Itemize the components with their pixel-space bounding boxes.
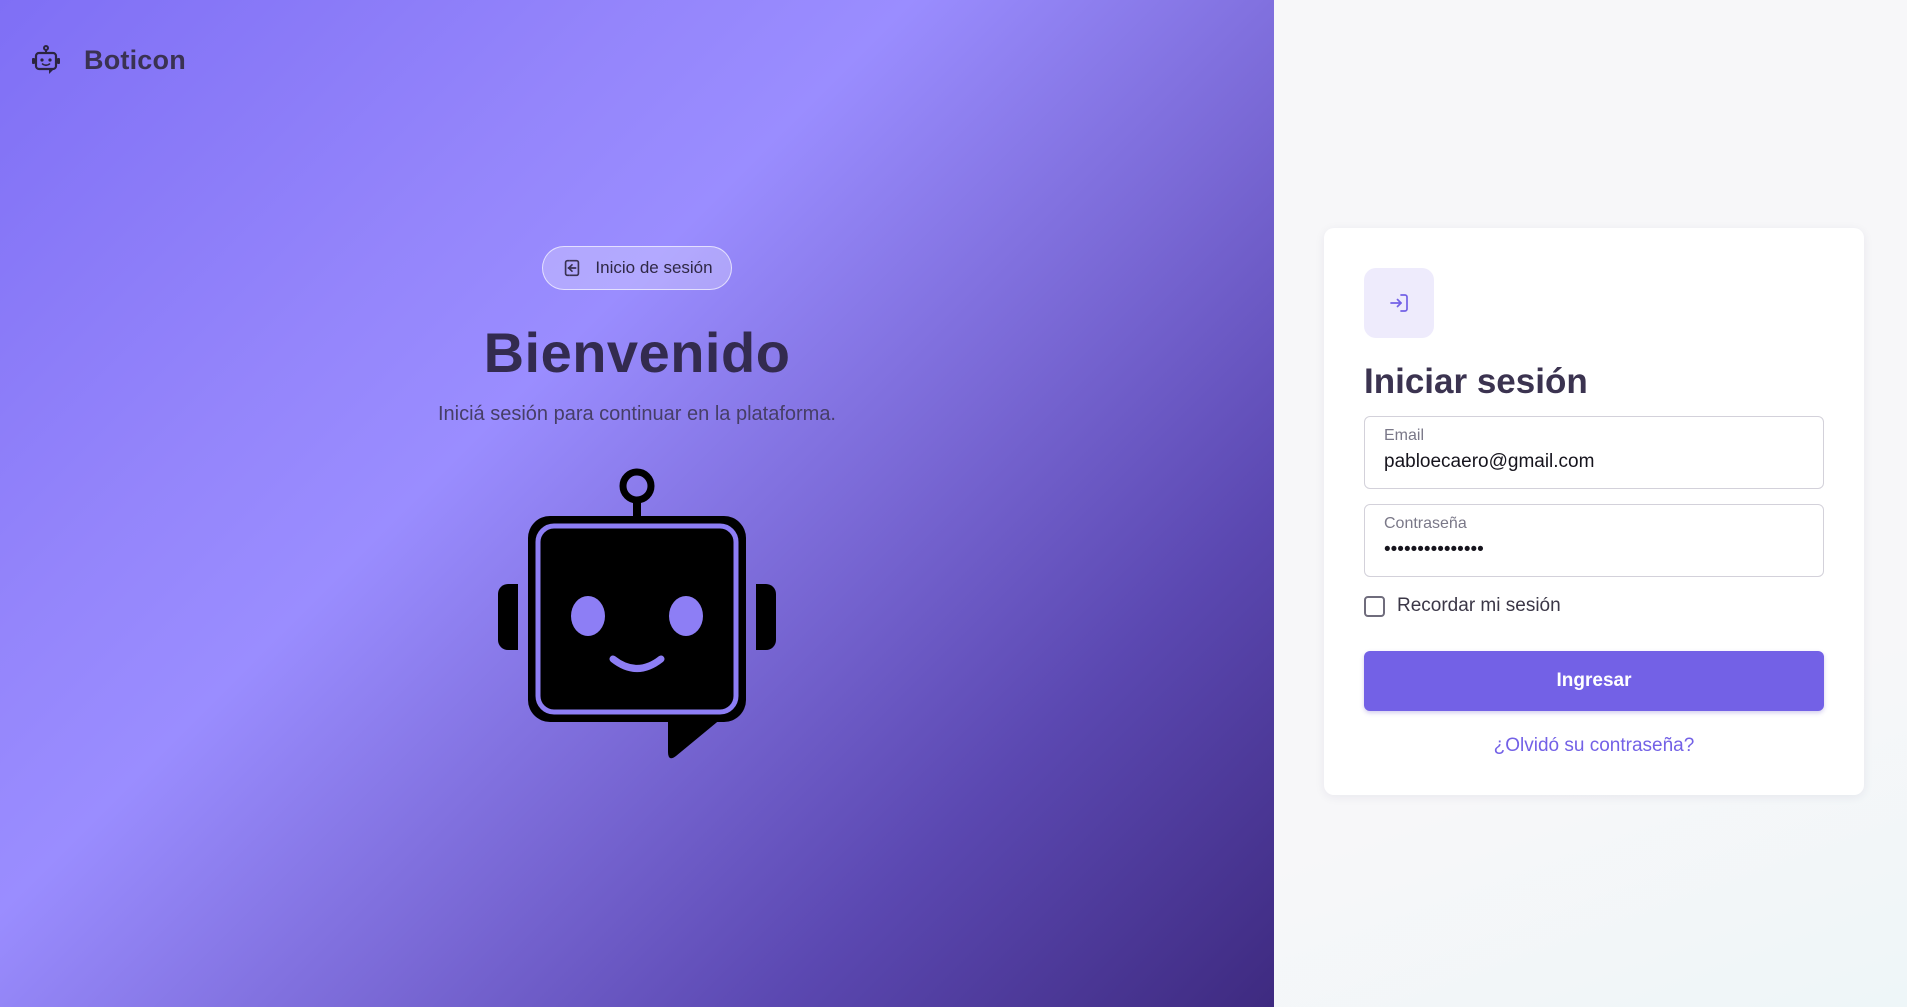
robot-icon: [30, 44, 62, 76]
form-panel: Iniciar sesión Email Contraseña Recordar…: [1274, 0, 1907, 1007]
email-field[interactable]: Email: [1364, 416, 1824, 489]
forgot-password-link[interactable]: ¿Olvidó su contraseña?: [1364, 735, 1824, 757]
remember-label[interactable]: Recordar mi sesión: [1397, 595, 1561, 617]
sign-in-icon-box: [1364, 268, 1434, 338]
hero: Inicio de sesión Bienvenido Iniciá sesió…: [0, 246, 1274, 776]
welcome-title: Bienvenido: [483, 321, 791, 384]
email-input[interactable]: [1384, 451, 1804, 473]
password-field[interactable]: Contraseña: [1364, 504, 1824, 577]
login-icon: [561, 257, 583, 279]
robot-chat-icon: [472, 466, 802, 776]
sign-in-icon: [1390, 294, 1408, 312]
password-input[interactable]: [1384, 539, 1804, 561]
login-title: Iniciar sesión: [1364, 362, 1588, 401]
login-pill-badge: Inicio de sesión: [542, 246, 732, 290]
remember-checkbox[interactable]: [1364, 595, 1385, 617]
email-label: Email: [1384, 427, 1425, 444]
brand-name: Boticon: [84, 44, 186, 75]
welcome-panel: Boticon Inicio de sesión Bienvenido Inic…: [0, 0, 1274, 1007]
welcome-subtitle: Iniciá sesión para continuar en la plata…: [437, 403, 836, 425]
submit-button[interactable]: Ingresar: [1364, 651, 1824, 711]
password-label: Contraseña: [1384, 515, 1467, 532]
brand[interactable]: Boticon: [30, 44, 186, 76]
remember-row[interactable]: Recordar mi sesión: [1364, 595, 1824, 617]
login-card: Iniciar sesión Email Contraseña Recordar…: [1324, 228, 1864, 795]
login-page: Boticon Inicio de sesión Bienvenido Inic…: [0, 0, 1907, 1007]
pill-label: Inicio de sesión: [595, 258, 713, 277]
